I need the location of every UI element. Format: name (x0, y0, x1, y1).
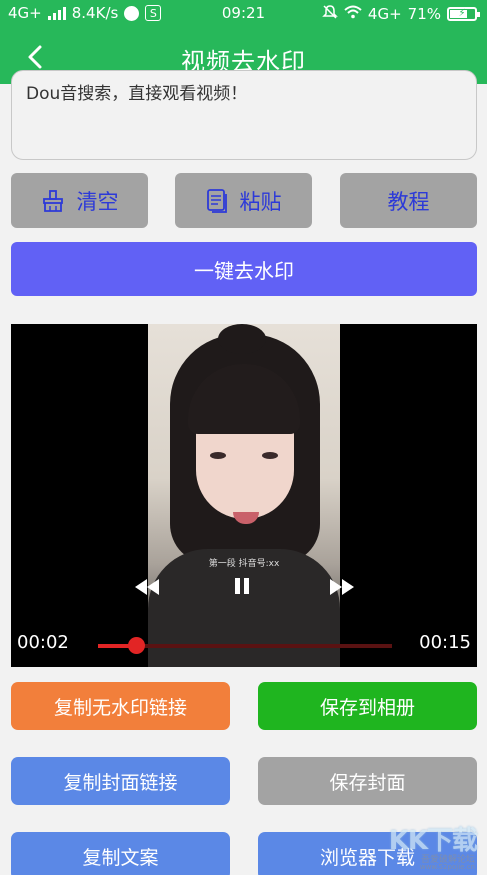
save-cover-button[interactable]: 保存封面 (258, 757, 477, 805)
current-time: 00:02 (17, 632, 69, 653)
url-input-text: Dou音搜索，直接观看视频！ (26, 84, 248, 104)
mute-icon (322, 4, 338, 24)
video-player[interactable]: 第一段 抖音号:xx 00:02 00:15 (11, 324, 477, 667)
video-frame (148, 324, 340, 667)
video-eye-left (210, 452, 226, 459)
battery-icon: ⚡ (447, 7, 480, 21)
remove-watermark-button[interactable]: 一键去水印 (11, 242, 477, 296)
paste-label: 粘贴 (239, 189, 282, 214)
site-watermark: KK下载 吾爱破解论坛 www.52pojie.cn (365, 818, 483, 873)
clipboard-icon (206, 188, 227, 213)
copy-text-button[interactable]: 复制文案 (11, 832, 230, 875)
video-hair-bun-shape (218, 324, 266, 354)
watermark-line2: www.52pojie.cn (419, 863, 475, 871)
clock: 09:21 (221, 4, 266, 22)
broom-icon (42, 189, 63, 212)
wifi-icon (344, 5, 362, 23)
remove-watermark-label: 一键去水印 (194, 258, 294, 283)
copy-nowatermark-link-label: 复制无水印链接 (53, 696, 187, 719)
save-cover-label: 保存封面 (329, 771, 406, 794)
tutorial-button[interactable]: 教程 (340, 173, 477, 228)
clear-label: 清空 (76, 189, 119, 214)
network-type-right: 4G+ (367, 5, 402, 23)
paste-button[interactable]: 粘贴 (175, 173, 312, 228)
copy-cover-link-label: 复制封面链接 (63, 771, 178, 794)
total-time: 00:15 (419, 632, 471, 653)
save-to-album-button[interactable]: 保存到相册 (258, 682, 477, 730)
progress-thumb[interactable] (128, 637, 146, 654)
rewind-icon[interactable] (135, 576, 159, 600)
copy-text-label: 复制文案 (82, 846, 159, 869)
save-to-album-label: 保存到相册 (319, 696, 415, 719)
status-bar: 4G+ 8.4K/s S 09:21 4G+ 71% ⚡ (0, 0, 487, 28)
clear-button[interactable]: 清空 (11, 173, 148, 228)
fast-forward-icon[interactable] (330, 576, 354, 600)
video-caption: 第一段 抖音号:xx (208, 559, 280, 569)
tutorial-label: 教程 (387, 189, 430, 214)
pause-icon[interactable] (233, 576, 251, 600)
battery-percent: 71% (407, 5, 441, 23)
copy-nowatermark-link-button[interactable]: 复制无水印链接 (11, 682, 230, 730)
video-eye-right (262, 452, 278, 459)
copy-cover-link-button[interactable]: 复制封面链接 (11, 757, 230, 805)
url-input[interactable]: Dou音搜索，直接观看视频！ (11, 70, 477, 160)
